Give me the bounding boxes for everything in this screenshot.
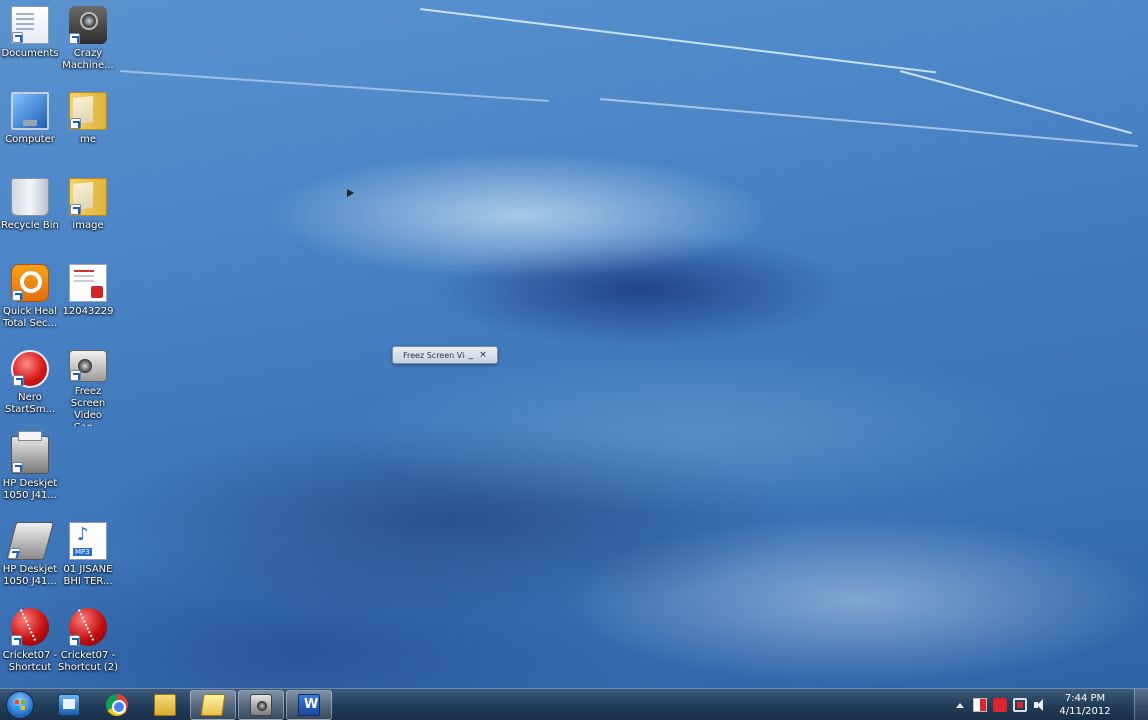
desktop-icon-documents[interactable]: Documents bbox=[0, 2, 60, 82]
desktop-icon-freez-screen[interactable]: Freez Screen Video Cap... bbox=[58, 346, 118, 426]
cricket-icon bbox=[69, 608, 107, 646]
wallpaper-streak bbox=[899, 70, 1133, 135]
shortcut-arrow-icon bbox=[12, 290, 23, 301]
desktop-icon-label: Cricket07 - Shortcut (2) bbox=[58, 650, 118, 673]
show-desktop-button[interactable] bbox=[1134, 689, 1148, 720]
security-alert-icon[interactable] bbox=[993, 698, 1007, 712]
desktop-icon-nero[interactable]: Nero StartSm... bbox=[0, 346, 60, 426]
folder-icon bbox=[69, 92, 107, 130]
taskbar-folder-open[interactable] bbox=[190, 689, 236, 720]
desktop-icon-hp-scanner[interactable]: HP Deskjet 1050 J41... bbox=[0, 518, 60, 598]
shortcut-arrow-icon bbox=[13, 375, 24, 386]
desktop-icon-label: 12043229 bbox=[62, 306, 114, 317]
clock-date: 4/11/2012 bbox=[1059, 706, 1111, 717]
desktop-icon-image[interactable]: image bbox=[58, 174, 118, 254]
close-button[interactable]: × bbox=[477, 350, 489, 360]
action-center-flag-icon[interactable] bbox=[973, 698, 987, 712]
shortcut-arrow-icon bbox=[69, 635, 80, 646]
taskbar-freez-screen[interactable] bbox=[238, 689, 284, 720]
freez-screen-mini-window[interactable]: Freez Screen Vic _ × bbox=[392, 346, 498, 364]
taskbar-word[interactable] bbox=[286, 689, 332, 720]
shortcut-arrow-icon bbox=[70, 370, 81, 381]
desktop-icon-cricket07[interactable]: Cricket07 - Shortcut bbox=[0, 604, 60, 684]
shortcut-arrow-icon bbox=[70, 118, 81, 129]
desktop-icon-label: Freez Screen Video Cap... bbox=[70, 386, 106, 426]
mini-window-title: Freez Screen Vic bbox=[403, 350, 465, 360]
mp3-icon bbox=[69, 522, 107, 560]
computer-icon bbox=[11, 92, 49, 130]
desktop-icon-label: Crazy Machine... bbox=[62, 48, 114, 71]
desktop-icon-label: 01 JISANE BHI TER... bbox=[63, 564, 113, 587]
shortcut-arrow-icon bbox=[11, 635, 22, 646]
desktop-icon-label: HP Deskjet 1050 J41... bbox=[2, 564, 58, 587]
chrome-icon bbox=[106, 693, 128, 716]
freez-screen-icon bbox=[69, 350, 107, 382]
folder-icon bbox=[154, 693, 176, 716]
desktop-icon-recycle-bin[interactable]: Recycle Bin bbox=[0, 174, 60, 254]
wallpaper-streak bbox=[419, 8, 937, 74]
nero-icon bbox=[11, 350, 49, 388]
shortcut-arrow-icon bbox=[69, 33, 80, 44]
desktop-icon-label: image bbox=[72, 220, 104, 231]
desktop-icon-crazy-machine[interactable]: Crazy Machine... bbox=[58, 2, 118, 82]
cricket-icon bbox=[11, 608, 49, 646]
desktop-icon-pdf-12043229[interactable]: 12043229 bbox=[58, 260, 118, 340]
desktop-icon-label: Nero StartSm... bbox=[4, 392, 56, 415]
shortcut-arrow-icon bbox=[12, 32, 23, 43]
taskbar-chrome[interactable] bbox=[94, 690, 140, 720]
desktop-icon-label: HP Deskjet 1050 J41... bbox=[2, 478, 58, 501]
printer-icon bbox=[11, 431, 49, 474]
system-tray: 7:44 PM 4/11/2012 bbox=[950, 689, 1112, 720]
recycle-bin-icon bbox=[11, 178, 49, 216]
start-orb-icon bbox=[6, 690, 34, 719]
desktop-icon-label: Quick Heal Total Sec... bbox=[2, 306, 58, 329]
desktop-icon-label: me bbox=[80, 134, 96, 145]
windows-explorer-icon bbox=[58, 693, 80, 716]
desktop-icon-label: Cricket07 - Shortcut bbox=[2, 650, 58, 673]
taskbar: 7:44 PM 4/11/2012 bbox=[0, 688, 1148, 720]
clock-time: 7:44 PM bbox=[1064, 693, 1106, 704]
start-button[interactable] bbox=[0, 689, 40, 720]
shortcut-arrow-icon bbox=[70, 204, 81, 215]
folder-open-icon bbox=[200, 693, 226, 716]
shortcut-arrow-icon bbox=[7, 548, 22, 559]
shortcut-arrow-icon bbox=[12, 462, 23, 473]
desktop-icon-quick-heal[interactable]: Quick Heal Total Sec... bbox=[0, 260, 60, 340]
documents-icon bbox=[11, 6, 49, 44]
word-icon bbox=[298, 693, 320, 716]
taskbar-folder[interactable] bbox=[142, 690, 188, 720]
desktop-icon-label: Computer bbox=[5, 134, 55, 145]
wallpaper-streak bbox=[119, 70, 550, 102]
volume-icon[interactable] bbox=[1033, 698, 1047, 712]
network-icon[interactable] bbox=[1013, 698, 1027, 712]
taskbar-windows-explorer[interactable] bbox=[46, 690, 92, 720]
desktop-icon-mp3[interactable]: 01 JISANE BHI TER... bbox=[58, 518, 118, 598]
desktop-icon-computer[interactable]: Computer bbox=[0, 88, 60, 168]
desktop-icon-me[interactable]: me bbox=[58, 88, 118, 168]
desktop-icon-hp-printer[interactable]: HP Deskjet 1050 J41... bbox=[0, 431, 60, 512]
quick-heal-icon bbox=[11, 264, 49, 302]
camera-icon bbox=[250, 693, 272, 716]
show-hidden-icons-icon[interactable] bbox=[956, 702, 964, 708]
folder-icon bbox=[69, 178, 107, 216]
mouse-cursor bbox=[347, 189, 354, 197]
camera-icon bbox=[69, 6, 107, 44]
scanner-icon bbox=[5, 522, 55, 560]
clock[interactable]: 7:44 PM 4/11/2012 bbox=[1058, 692, 1112, 718]
wallpaper-streak bbox=[599, 98, 1139, 148]
desktop-icon-cricket07-2[interactable]: Cricket07 - Shortcut (2) bbox=[58, 604, 118, 684]
pdf-icon bbox=[69, 264, 107, 302]
desktop-icon-label: Documents bbox=[1, 48, 59, 59]
desktop-wallpaper bbox=[0, 0, 1148, 688]
minimize-button[interactable]: _ bbox=[465, 350, 477, 360]
desktop-icon-label: Recycle Bin bbox=[1, 220, 59, 231]
